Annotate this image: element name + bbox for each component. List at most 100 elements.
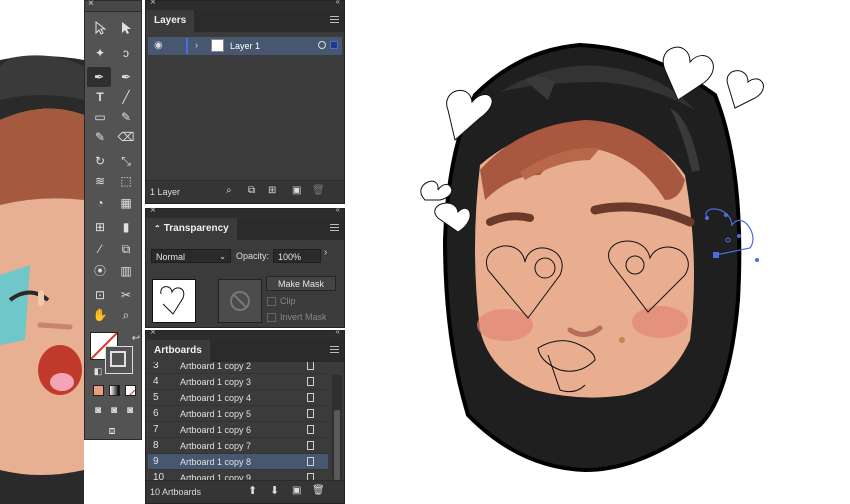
move-up-icon[interactable]: ⬆ — [248, 484, 257, 497]
collapse-icon[interactable]: « — [336, 327, 340, 336]
scale-tool-icon[interactable]: ⤡ — [117, 153, 135, 169]
new-artboard-icon[interactable]: ▣ — [292, 485, 301, 496]
pen-tool-icon[interactable]: ✒ — [87, 67, 111, 87]
free-transform-tool-icon[interactable]: ⬚ — [117, 173, 135, 189]
perspective-grid-tool-icon[interactable]: ▦ — [117, 195, 135, 211]
artboard-tool-icon[interactable]: ⊡ — [91, 287, 109, 303]
rectangle-tool-icon[interactable]: ▭ — [91, 109, 109, 125]
rotate-tool-icon[interactable]: ↻ — [91, 153, 109, 169]
color-mode-button[interactable] — [93, 385, 104, 396]
selection-indicator-icon[interactable] — [330, 41, 338, 49]
hand-tool-icon[interactable]: ✋ — [91, 307, 109, 323]
mesh-tool-icon[interactable]: ⊞ — [91, 219, 109, 235]
delete-icon[interactable]: 🗑 — [312, 485, 325, 496]
artboard-row[interactable]: 6 Artboard 1 copy 5 — [148, 406, 328, 422]
delete-icon[interactable]: 🗑 — [312, 185, 325, 196]
shape-builder-tool-icon[interactable]: ◔ — [91, 195, 109, 211]
close-icon[interactable]: × — [150, 0, 156, 8]
artboard-name[interactable]: Artboard 1 copy 6 — [180, 425, 251, 435]
gradient-tool-icon[interactable]: ▮ — [117, 219, 135, 235]
lasso-tool-icon[interactable]: ↄ — [117, 45, 135, 61]
direct-selection-tool-icon[interactable] — [117, 21, 135, 37]
artboard-options-icon[interactable] — [307, 457, 314, 466]
symbol-sprayer-tool-icon[interactable]: ⦿ — [91, 263, 109, 279]
shaper-tool-icon[interactable]: ✎ — [91, 129, 109, 145]
none-mode-button[interactable] — [125, 385, 136, 396]
clip-checkbox[interactable] — [267, 297, 276, 306]
move-down-icon[interactable]: ⬇ — [270, 484, 279, 497]
column-graph-tool-icon[interactable]: ▥ — [117, 263, 135, 279]
panel-menu-icon[interactable] — [330, 346, 339, 355]
stroke-swatch[interactable] — [105, 346, 133, 374]
panel-grip[interactable]: × « — [146, 205, 344, 218]
opacity-input[interactable]: 100% — [273, 249, 321, 263]
collapse-icon[interactable]: « — [336, 205, 340, 214]
default-colors-icon[interactable]: ◧ — [89, 363, 107, 379]
target-circle-icon[interactable] — [318, 41, 326, 49]
slice-tool-icon[interactable]: ✂ — [117, 287, 135, 303]
artboard-name[interactable]: Artboard 1 copy 8 — [180, 457, 251, 467]
artboard-row[interactable]: 4 Artboard 1 copy 3 — [148, 374, 328, 390]
scrollbar-thumb[interactable] — [334, 410, 340, 480]
curvature-tool-icon[interactable]: ✒ — [117, 69, 135, 85]
object-thumbnail[interactable] — [152, 279, 196, 323]
type-tool-icon[interactable]: T — [91, 89, 109, 105]
panel-menu-icon[interactable] — [330, 16, 339, 25]
draw-inside-icon[interactable]: ◙ — [121, 403, 139, 419]
new-sublayer-icon[interactable]: ⊞ — [268, 185, 276, 196]
artboard-options-icon[interactable] — [307, 409, 314, 418]
paintbrush-tool-icon[interactable]: ✎ — [117, 109, 135, 125]
close-icon[interactable]: × — [150, 205, 156, 216]
artboard-options-icon[interactable] — [307, 425, 314, 434]
expand-chevron-icon[interactable]: › — [195, 40, 198, 50]
panel-grip[interactable]: × « — [146, 327, 344, 340]
blend-tool-icon[interactable]: ⧉ — [117, 241, 135, 257]
invert-mask-checkbox[interactable] — [267, 313, 276, 322]
make-clipping-mask-icon[interactable]: ⧉ — [248, 185, 255, 196]
artboard-row[interactable]: 3 Artboard 1 copy 2 — [148, 362, 328, 374]
tab-artboards[interactable]: Artboards — [146, 340, 210, 362]
artboard-options-icon[interactable] — [307, 377, 314, 386]
artboard-name[interactable]: Artboard 1 copy 2 — [180, 362, 251, 371]
artboard-row[interactable]: 7 Artboard 1 copy 6 — [148, 422, 328, 438]
close-icon[interactable]: × — [150, 327, 156, 338]
mask-thumbnail[interactable] — [218, 279, 262, 323]
blend-mode-select[interactable]: Normal ⌄ — [151, 249, 231, 263]
opacity-stepper-icon[interactable]: › — [324, 247, 327, 258]
line-segment-tool-icon[interactable]: ╱ — [117, 89, 135, 105]
zoom-tool-icon[interactable]: ⌕ — [117, 307, 135, 323]
tools-grip[interactable]: × — [85, 0, 141, 12]
width-tool-icon[interactable]: ≋ — [91, 173, 109, 189]
artboard-options-icon[interactable] — [307, 393, 314, 402]
screen-mode-icon[interactable]: ⧈ — [103, 423, 121, 439]
artboard-name[interactable]: Artboard 1 copy 3 — [180, 377, 251, 387]
artboard-options-icon[interactable] — [307, 362, 314, 370]
artboard-row[interactable]: 8 Artboard 1 copy 7 — [148, 438, 328, 454]
artboard-row[interactable]: 9 Artboard 1 copy 8 — [148, 454, 328, 470]
artboard-options-icon[interactable] — [307, 441, 314, 450]
artboard-name[interactable]: Artboard 1 copy 4 — [180, 393, 251, 403]
eyedropper-tool-icon[interactable]: ⁄ — [91, 241, 109, 257]
artboard-row[interactable]: 5 Artboard 1 copy 4 — [148, 390, 328, 406]
panel-menu-icon[interactable] — [330, 224, 339, 233]
layer-name[interactable]: Layer 1 — [230, 41, 260, 51]
eraser-tool-icon[interactable]: ⌫ — [117, 129, 135, 145]
layer-row[interactable]: ◉ › Layer 1 — [148, 37, 342, 55]
close-icon[interactable]: × — [88, 0, 94, 9]
locate-object-icon[interactable]: ⌕ — [226, 185, 232, 196]
magic-wand-tool-icon[interactable]: ✦ — [91, 45, 109, 61]
collapse-icon[interactable]: « — [336, 0, 340, 6]
tab-layers[interactable]: Layers — [146, 10, 195, 32]
invert-mask-label: Invert Mask — [280, 312, 327, 322]
visibility-eye-icon[interactable]: ◉ — [154, 40, 163, 51]
artboard-name[interactable]: Artboard 1 copy 5 — [180, 409, 251, 419]
panel-grip[interactable]: × « — [146, 0, 344, 10]
tab-transparency[interactable]: ⌃ Transparency — [146, 218, 237, 240]
make-mask-button[interactable]: Make Mask — [266, 276, 336, 291]
scrollbar[interactable] — [332, 375, 342, 480]
gradient-mode-button[interactable] — [109, 385, 120, 396]
artboard-name[interactable]: Artboard 1 copy 7 — [180, 441, 251, 451]
new-layer-icon[interactable]: ▣ — [292, 185, 301, 196]
swap-fill-stroke-icon[interactable]: ↩ — [127, 331, 145, 347]
selection-tool-icon[interactable] — [91, 21, 109, 37]
